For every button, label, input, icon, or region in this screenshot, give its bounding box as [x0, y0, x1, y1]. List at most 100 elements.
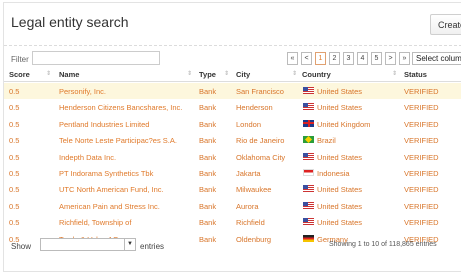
- flag-icon: [303, 119, 314, 127]
- page-1-button[interactable]: 1: [315, 52, 326, 65]
- filter-label: Filter: [11, 55, 29, 64]
- entity-name-link[interactable]: Pentland Industries Limited: [59, 120, 149, 129]
- last-page-button[interactable]: »: [399, 52, 410, 65]
- prev-page-button[interactable]: <: [301, 52, 312, 65]
- header-divider: [4, 45, 461, 46]
- score-cell: 0.5: [9, 87, 20, 96]
- country-cell: United Kingdom: [317, 119, 371, 129]
- status-cell: VERIFIED: [404, 201, 439, 211]
- create-button[interactable]: Create: [430, 14, 461, 35]
- sort-icon: ⇕: [224, 71, 230, 77]
- column-header-city[interactable]: City: [236, 70, 250, 79]
- city-cell: Oldenburg: [236, 234, 272, 244]
- score-cell: 0.5: [9, 168, 20, 178]
- table-row[interactable]: 0.5 Pentland Industries Limited Bank London…: [4, 116, 461, 132]
- entity-name-link[interactable]: PT Indorama Synthetics Tbk: [59, 169, 153, 178]
- showing-summary: Showing 1 to 10 of 118,865 entries: [329, 241, 437, 248]
- next-page-button[interactable]: >: [385, 52, 396, 65]
- type-cell: Bank: [199, 152, 217, 162]
- table-row[interactable]: 0.5 Indepth Data Inc. Bank Oklahoma City Uni…: [4, 149, 461, 165]
- score-cell: 0.5: [9, 119, 20, 129]
- flag-icon: [303, 87, 314, 94]
- type-cell: Bank: [199, 201, 217, 211]
- flag-icon: [303, 218, 314, 226]
- score-cell: 0.5: [9, 218, 20, 228]
- entries-per-page-select[interactable]: ▼: [40, 238, 136, 251]
- table-row[interactable]: 0.5 Tele Norte Leste Participac?es S.A. Ba…: [4, 132, 461, 148]
- status-cell: VERIFIED: [404, 136, 439, 146]
- city-cell: London: [236, 119, 262, 129]
- type-cell: Bank: [199, 234, 217, 244]
- flag-icon: [303, 234, 314, 242]
- status-cell: VERIFIED: [404, 152, 439, 162]
- city-cell: Jakarta: [236, 168, 261, 178]
- score-cell: 0.5: [9, 152, 20, 162]
- entity-name-link[interactable]: Henderson Citizens Bancshares, Inc.: [59, 103, 182, 112]
- city-cell: Oklahoma City: [236, 152, 286, 162]
- country-cell: United States: [317, 103, 363, 113]
- type-cell: Bank: [199, 168, 217, 178]
- column-header-type[interactable]: Type: [199, 70, 216, 79]
- flag-icon: [303, 185, 314, 193]
- page-3-button[interactable]: 3: [343, 52, 354, 65]
- show-label: Show: [11, 242, 32, 251]
- entity-name-link[interactable]: Indepth Data Inc.: [59, 153, 116, 162]
- filter-input[interactable]: [32, 51, 160, 65]
- status-cell: VERIFIED: [404, 218, 439, 228]
- column-header-name[interactable]: Name: [59, 70, 79, 79]
- score-cell: 0.5: [9, 185, 20, 195]
- type-cell: Bank: [199, 136, 217, 146]
- first-page-button[interactable]: «: [287, 52, 298, 65]
- entries-label: entries: [140, 242, 165, 251]
- entity-name-link[interactable]: Tele Norte Leste Participac?es S.A.: [59, 136, 177, 145]
- flag-icon: [303, 201, 314, 209]
- country-cell: Brazil: [317, 136, 336, 146]
- city-cell: Aurora: [236, 201, 259, 211]
- flag-icon: [303, 152, 314, 160]
- column-header-score[interactable]: Score: [9, 70, 30, 79]
- chevron-down-icon[interactable]: ▼: [124, 239, 135, 250]
- flag-icon: [303, 168, 314, 176]
- page-4-button[interactable]: 4: [357, 52, 368, 65]
- page-title: Legal entity search: [11, 14, 129, 30]
- city-cell: San Francisco: [236, 87, 284, 96]
- flag-icon: [303, 136, 314, 144]
- country-cell: United States: [317, 152, 363, 162]
- table-row[interactable]: 0.5 PT Indorama Synthetics Tbk Bank Jakarta…: [4, 165, 461, 181]
- type-cell: Bank: [199, 185, 217, 195]
- status-cell: VERIFIED: [404, 119, 439, 129]
- table-row[interactable]: 0.5 UTC North American Fund, Inc. Bank Milw…: [4, 181, 461, 197]
- column-header-country[interactable]: Country: [302, 70, 331, 79]
- select-columns-button[interactable]: Select columns: [412, 52, 461, 65]
- status-cell: VERIFIED: [404, 185, 439, 195]
- sort-icon: ⇕: [392, 71, 398, 77]
- flag-icon: [303, 103, 314, 111]
- status-cell: VERIFIED: [404, 103, 439, 113]
- type-cell: Bank: [199, 119, 217, 129]
- page-5-button[interactable]: 5: [371, 52, 382, 65]
- sort-icon: ⇕: [46, 71, 52, 77]
- page-2-button[interactable]: 2: [329, 52, 340, 65]
- type-cell: Bank: [199, 218, 217, 228]
- city-cell: Rio de Janeiro: [236, 136, 285, 146]
- country-cell: United States: [317, 218, 363, 228]
- entity-name-link[interactable]: UTC North American Fund, Inc.: [59, 185, 164, 194]
- score-cell: 0.5: [9, 103, 20, 113]
- table-header: Score ⇕ Name ⇕ Type ⇕ City ⇕ Country ⇕ S…: [4, 67, 461, 82]
- column-header-status[interactable]: Status: [404, 70, 427, 79]
- sort-icon: ⇕: [292, 71, 298, 77]
- table-row[interactable]: 0.5 Henderson Citizens Bancshares, Inc. Ba…: [4, 99, 461, 115]
- table-row[interactable]: 0.5 American Pain and Stress Inc. Bank Auro…: [4, 198, 461, 214]
- type-cell: Bank: [199, 87, 217, 96]
- entity-name-link[interactable]: American Pain and Stress Inc.: [59, 202, 160, 211]
- country-cell: United States: [317, 201, 363, 211]
- entity-name-link[interactable]: Personify, Inc.: [59, 87, 106, 96]
- entity-name-link[interactable]: Richfield, Township of: [59, 218, 131, 227]
- country-cell: United States: [317, 87, 363, 96]
- status-cell: VERIFIED: [404, 168, 439, 178]
- panel-header: Legal entity search Create: [4, 3, 461, 43]
- table-row[interactable]: 0.5 Personify, Inc. Bank San Francisco Unite…: [4, 83, 461, 100]
- status-cell: VERIFIED: [404, 87, 439, 96]
- table-row[interactable]: 0.5 Richfield, Township of Bank Richfield Un…: [4, 214, 461, 230]
- legal-entity-search-panel: Legal entity search Create Filter « < 1 …: [3, 2, 461, 272]
